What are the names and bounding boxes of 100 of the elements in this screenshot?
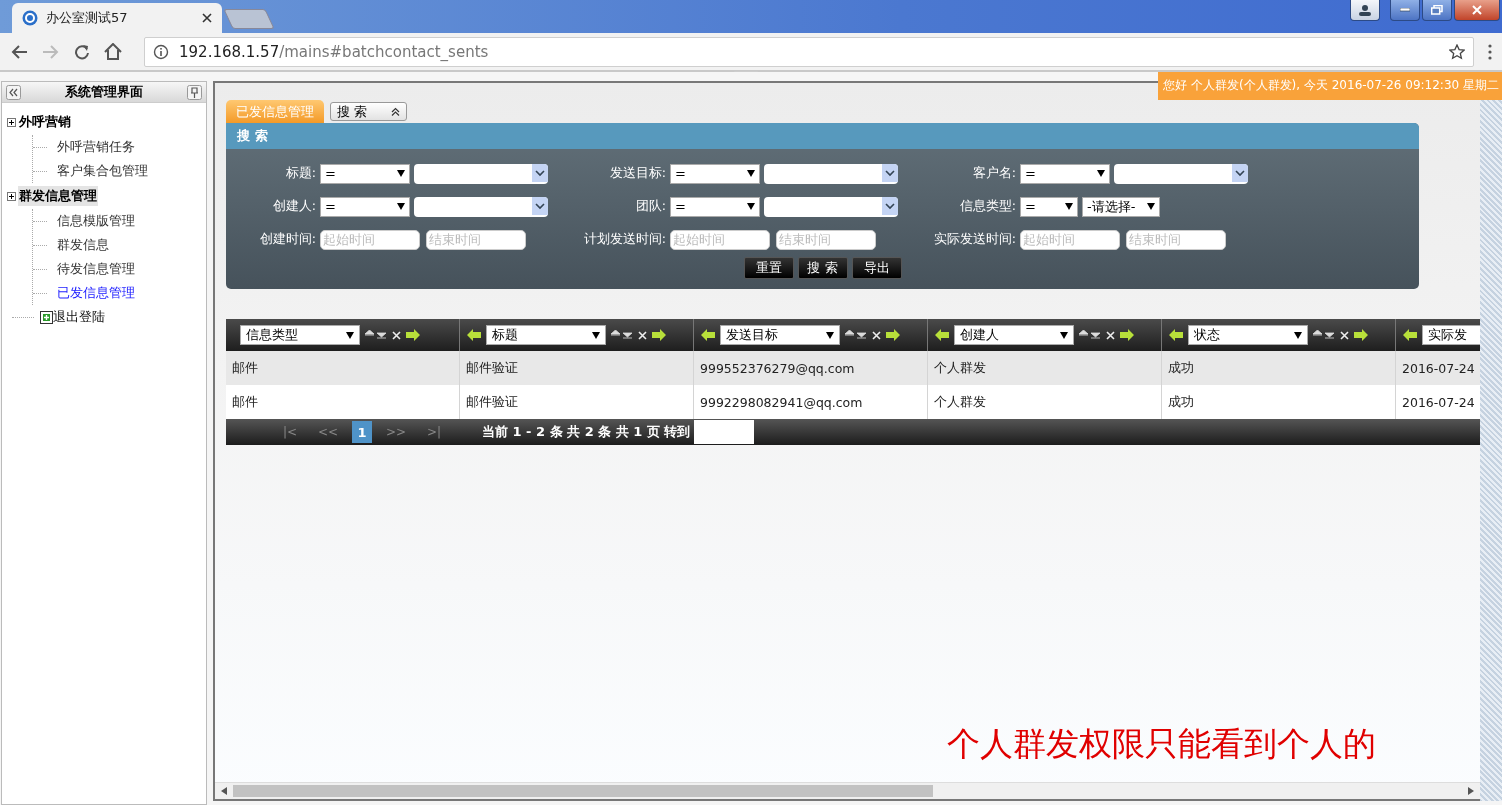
- date-field[interactable]: 结束时间: [1126, 229, 1226, 250]
- field-label: 实际发送时间:: [932, 231, 1016, 248]
- tree-item[interactable]: 待发信息管理: [57, 260, 135, 278]
- tree-group[interactable]: 外呼营销: [18, 112, 72, 132]
- operator-select[interactable]: =: [320, 163, 410, 184]
- dropdown-arrow-icon: [826, 331, 834, 339]
- user-button[interactable]: [1350, 0, 1380, 21]
- tree-item[interactable]: 外呼营销任务: [57, 138, 135, 156]
- dropdown-arrow-icon: [1147, 203, 1155, 210]
- tab-title: 办公室测试57: [46, 9, 129, 27]
- expand-icon[interactable]: [7, 117, 16, 127]
- dropdown-arrow-icon: [397, 170, 405, 177]
- greeting-banner: 您好 个人群发(个人群发), 今天 2016-07-26 09:12:30 星期二: [1158, 72, 1502, 100]
- close-icon[interactable]: [202, 13, 212, 23]
- address-bar[interactable]: 192.168.1.57/mains#batchcontact_sents: [144, 36, 1474, 67]
- pin-icon[interactable]: [187, 84, 202, 100]
- operator-select[interactable]: =: [670, 196, 760, 217]
- column-select[interactable]: 信息类型: [240, 325, 360, 345]
- info-icon[interactable]: [153, 43, 169, 60]
- type-select[interactable]: -请选择-: [1082, 196, 1160, 217]
- tree-group[interactable]: 群发信息管理: [18, 186, 98, 206]
- operator-select[interactable]: =: [670, 163, 760, 184]
- window-close-button[interactable]: [1454, 0, 1500, 21]
- scroll-thumb[interactable]: [233, 785, 933, 797]
- dropdown-arrow-icon: [1065, 203, 1073, 210]
- operator-select[interactable]: =: [320, 196, 410, 217]
- value-combo-box[interactable]: [764, 196, 898, 217]
- home-icon[interactable]: [104, 43, 122, 60]
- collapse-icon[interactable]: [6, 84, 21, 100]
- right-arrow-icon[interactable]: [1120, 329, 1134, 341]
- operator-select[interactable]: =: [1020, 196, 1078, 217]
- search-toggle-button[interactable]: 搜 索: [330, 102, 408, 121]
- field-label: 信息类型:: [958, 198, 1016, 215]
- star-icon[interactable]: [1449, 43, 1465, 60]
- field-label: 发送目标:: [608, 165, 666, 182]
- minimize-button[interactable]: [1390, 0, 1420, 21]
- scroll-left-icon[interactable]: [221, 787, 227, 795]
- sort-icon[interactable]: [365, 330, 387, 340]
- column-select[interactable]: 标题: [486, 325, 606, 345]
- column-select[interactable]: 发送目标: [720, 325, 840, 345]
- minimize-icon: [1400, 8, 1410, 12]
- left-arrow-icon[interactable]: [701, 329, 715, 341]
- exit-icon[interactable]: [40, 310, 53, 324]
- tree-item[interactable]: 客户集合包管理: [57, 162, 148, 180]
- date-field[interactable]: 结束时间: [426, 229, 526, 250]
- sort-icon[interactable]: [1313, 330, 1335, 340]
- person-icon: [1358, 4, 1372, 16]
- tree-item[interactable]: 信息模版管理: [57, 212, 135, 230]
- left-arrow-icon[interactable]: [467, 329, 481, 341]
- restore-icon: [1431, 5, 1443, 15]
- right-arrow-icon[interactable]: [406, 329, 420, 341]
- date-field[interactable]: 结束时间: [776, 229, 876, 250]
- logout-item[interactable]: 退出登陆: [53, 308, 105, 326]
- left-arrow-icon[interactable]: [935, 329, 949, 341]
- value-combo-box[interactable]: [764, 163, 898, 184]
- reload-icon[interactable]: [74, 43, 90, 60]
- maximize-button[interactable]: [1422, 0, 1452, 21]
- dropdown-icon: [882, 163, 898, 182]
- operator-select[interactable]: =: [1020, 163, 1110, 184]
- action-button[interactable]: 搜 索: [797, 257, 848, 279]
- dropdown-icon: [1232, 163, 1248, 182]
- column-select[interactable]: 创建人: [954, 325, 1074, 345]
- dropdown-arrow-icon: [747, 170, 755, 177]
- date-field[interactable]: 起始时间: [1020, 229, 1120, 250]
- sort-icon[interactable]: [845, 330, 867, 340]
- column-select[interactable]: 状态: [1188, 325, 1308, 345]
- sort-icon[interactable]: [611, 330, 633, 340]
- sort-icon[interactable]: [1079, 330, 1101, 340]
- field-label: 计划发送时间:: [582, 231, 666, 248]
- right-arrow-icon[interactable]: [1354, 329, 1368, 341]
- left-arrow-icon[interactable]: [1403, 329, 1417, 341]
- dropdown-arrow-icon: [397, 203, 405, 210]
- value-combo-box[interactable]: [414, 163, 548, 184]
- annotation-text: 个人群发权限只能看到个人的: [947, 723, 1376, 765]
- panel-title: 搜 索: [237, 127, 268, 145]
- scroll-right-icon[interactable]: [1468, 787, 1474, 795]
- field-label: 团队:: [634, 198, 666, 215]
- column-select[interactable]: 实际发: [1422, 325, 1480, 345]
- tree-item[interactable]: 群发信息: [57, 236, 109, 254]
- right-arrow-icon[interactable]: [652, 329, 666, 341]
- horizontal-scrollbar[interactable]: [215, 782, 1480, 799]
- value-combo-box[interactable]: [414, 196, 548, 217]
- dropdown-icon: [532, 163, 548, 182]
- field-label: 创建时间:: [258, 231, 316, 248]
- right-arrow-icon[interactable]: [886, 329, 900, 341]
- action-button[interactable]: 导出: [851, 257, 902, 279]
- url-path: /mains#batchcontact_sents: [279, 42, 489, 61]
- menu-icon[interactable]: [1488, 43, 1492, 60]
- date-field[interactable]: 起始时间: [320, 229, 420, 250]
- field-label: 标题:: [284, 165, 316, 182]
- expand-icon[interactable]: [7, 191, 16, 201]
- goto-page-field[interactable]: [694, 420, 755, 444]
- tree-item[interactable]: 已发信息管理: [57, 284, 135, 302]
- field-label: 客户名:: [971, 165, 1016, 182]
- back-icon[interactable]: [10, 43, 28, 60]
- left-arrow-icon[interactable]: [1169, 329, 1183, 341]
- action-button[interactable]: 重置: [743, 257, 794, 279]
- date-field[interactable]: 起始时间: [670, 229, 770, 250]
- browser-tab[interactable]: 办公室测试57: [12, 3, 222, 33]
- value-combo-box[interactable]: [1114, 163, 1248, 184]
